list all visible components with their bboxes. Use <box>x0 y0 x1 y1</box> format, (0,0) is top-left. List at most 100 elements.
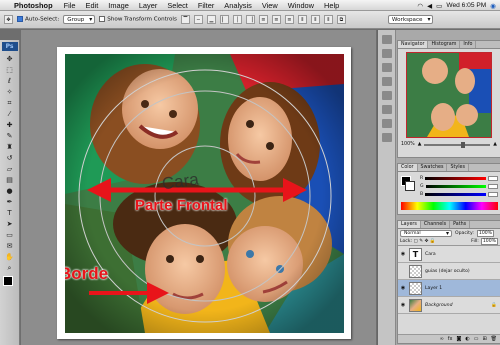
layer-row-background[interactable]: ◉ Background 🔒 <box>398 297 500 314</box>
pen-tool-icon[interactable]: ✒ <box>4 197 16 207</box>
tab-navigator[interactable]: Navigator <box>398 41 429 48</box>
battery-icon[interactable]: ▭ <box>436 2 442 10</box>
new-group-icon[interactable]: ▭ <box>474 336 479 342</box>
opacity-field[interactable]: 100% <box>476 230 495 237</box>
spotlight-icon[interactable]: ◉ <box>490 2 496 10</box>
blend-mode-dropdown[interactable]: Normal <box>400 230 452 237</box>
dock-paragraph-icon[interactable] <box>381 119 392 128</box>
dock-clone-source-icon[interactable] <box>381 133 392 142</box>
align-middle-button[interactable]: ─ <box>193 15 203 24</box>
shape-tool-icon[interactable]: ▭ <box>4 230 16 240</box>
align-top-button[interactable]: ▔ <box>180 15 190 24</box>
marquee-tool-icon[interactable]: ⬚ <box>4 65 16 75</box>
lasso-tool-icon[interactable]: ℓ <box>4 76 16 86</box>
show-transform-checkbox[interactable]: Show Transform Controls <box>99 16 177 23</box>
path-selection-tool-icon[interactable]: ➤ <box>4 219 16 229</box>
visibility-eye-icon[interactable]: ◉ <box>400 302 406 308</box>
align-left-button[interactable]: ▏ <box>219 15 229 24</box>
zoom-slider-thumb[interactable] <box>460 141 465 148</box>
fill-field[interactable]: 100% <box>480 238 498 245</box>
auto-select-dropdown[interactable]: Group <box>63 15 96 24</box>
canvas-area[interactable]: Cara Parte Frontal Borde <box>21 30 376 345</box>
layer-row-cara[interactable]: ◉ T Cara <box>398 246 500 263</box>
distribute-center-button[interactable]: ⦀ <box>310 15 320 24</box>
distribute-bottom-button[interactable]: ≡ <box>284 15 294 24</box>
menu-analysis[interactable]: Analysis <box>224 1 252 10</box>
red-value-field[interactable] <box>488 176 498 181</box>
dock-tool-presets-icon[interactable] <box>381 77 392 86</box>
distribute-left-button[interactable]: ⦀ <box>297 15 307 24</box>
move-tool-icon[interactable]: ✥ <box>4 54 16 64</box>
dodge-tool-icon[interactable]: ● <box>4 186 16 196</box>
navigator-preview[interactable] <box>406 52 492 138</box>
align-right-button[interactable]: ▕ <box>245 15 255 24</box>
type-tool-icon[interactable]: T <box>4 208 16 218</box>
wifi-icon[interactable]: ◠ <box>417 2 423 10</box>
layer-row-layer1[interactable]: ◉ Layer 1 <box>398 280 500 297</box>
layer-row-guias[interactable]: guias (dejar oculto) <box>398 263 500 280</box>
menu-help[interactable]: Help <box>324 1 339 10</box>
menu-window[interactable]: Window <box>288 1 314 10</box>
zoom-tool-icon[interactable]: ⌕ <box>4 263 16 273</box>
add-mask-icon[interactable]: ◙ <box>456 336 461 342</box>
menu-select[interactable]: Select <box>167 1 188 10</box>
brush-tool-icon[interactable]: ✎ <box>4 131 16 141</box>
navigator-zoom-value[interactable]: 100% <box>401 142 415 147</box>
dock-brushes-icon[interactable] <box>381 63 392 72</box>
align-center-button[interactable]: │ <box>232 15 242 24</box>
tab-color[interactable]: Color <box>398 164 418 171</box>
menu-file[interactable]: File <box>64 1 76 10</box>
app-menu[interactable]: Photoshop <box>14 1 53 10</box>
delete-layer-icon[interactable]: 🗑 <box>491 336 497 342</box>
new-layer-icon[interactable]: ⊞ <box>482 336 486 342</box>
menu-edit[interactable]: Edit <box>86 1 99 10</box>
zoom-slider[interactable] <box>424 141 491 148</box>
menu-image[interactable]: Image <box>108 1 129 10</box>
layer-style-icon[interactable]: fx <box>448 336 453 342</box>
dock-layer-comps-icon[interactable] <box>381 91 392 100</box>
history-brush-tool-icon[interactable]: ↺ <box>4 153 16 163</box>
tab-channels[interactable]: Channels <box>421 221 451 228</box>
blue-value-field[interactable] <box>488 192 498 197</box>
notes-tool-icon[interactable]: ✉ <box>4 241 16 251</box>
foreground-color-swatch[interactable] <box>3 276 13 286</box>
menu-filter[interactable]: Filter <box>198 1 214 10</box>
tab-styles[interactable]: Styles <box>447 164 470 171</box>
clock[interactable]: Wed 6:05 PM <box>446 2 486 9</box>
blue-slider[interactable] <box>425 193 486 196</box>
magic-wand-tool-icon[interactable]: ✧ <box>4 87 16 97</box>
color-swatches[interactable] <box>0 276 19 294</box>
dock-character-icon[interactable] <box>381 105 392 114</box>
green-slider[interactable] <box>425 185 486 188</box>
distribute-middle-button[interactable]: ≡ <box>271 15 281 24</box>
auto-select-checkbox[interactable]: Auto-Select: <box>17 16 59 23</box>
align-bottom-button[interactable]: ▁ <box>206 15 216 24</box>
visibility-eye-icon[interactable]: ◉ <box>400 251 406 257</box>
tab-layers[interactable]: Layers <box>398 221 421 228</box>
red-slider[interactable] <box>425 177 486 180</box>
link-layers-icon[interactable]: ∞ <box>440 336 444 342</box>
tab-histogram[interactable]: Histogram <box>428 41 461 48</box>
zoom-in-icon[interactable]: ▲ <box>493 142 497 147</box>
zoom-out-icon[interactable]: ▲ <box>418 142 422 147</box>
dock-actions-icon[interactable] <box>381 49 392 58</box>
visibility-eye-icon[interactable]: ◉ <box>400 285 406 291</box>
auto-align-button[interactable]: ⧉ <box>336 15 346 24</box>
move-tool-preset-button[interactable]: ✥ <box>4 15 13 24</box>
hand-tool-icon[interactable]: ✋ <box>4 252 16 262</box>
color-background-swatch[interactable] <box>405 181 415 191</box>
tab-info[interactable]: Info <box>460 41 477 48</box>
menu-layer[interactable]: Layer <box>139 1 158 10</box>
eyedropper-tool-icon[interactable]: ⁄ <box>4 109 16 119</box>
crop-tool-icon[interactable]: ⌗ <box>4 98 16 108</box>
green-value-field[interactable] <box>488 184 498 189</box>
menu-view[interactable]: View <box>262 1 278 10</box>
tab-paths[interactable]: Paths <box>450 221 471 228</box>
dock-history-icon[interactable] <box>381 35 392 44</box>
gradient-tool-icon[interactable]: ▤ <box>4 175 16 185</box>
distribute-top-button[interactable]: ≡ <box>258 15 268 24</box>
volume-icon[interactable]: ◀ <box>427 2 432 10</box>
tab-swatches[interactable]: Swatches <box>418 164 448 171</box>
document-canvas[interactable]: Cara Parte Frontal Borde <box>57 47 351 339</box>
healing-brush-tool-icon[interactable]: ✚ <box>4 120 16 130</box>
